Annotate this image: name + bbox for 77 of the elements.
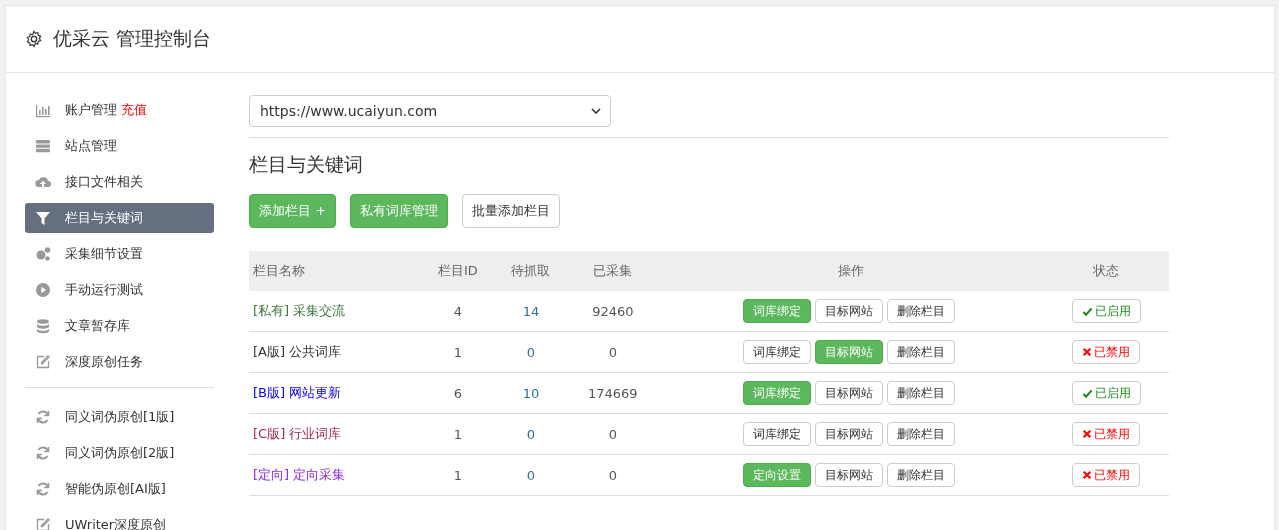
chevron-down-icon [591,108,601,114]
table-cell: [C版] 行业词库 [249,413,421,455]
table-cell: 1 [420,413,495,455]
table-cell: 0 [567,454,659,496]
sidebar-item[interactable]: 接口文件相关 [25,167,214,197]
cloud-icon [35,174,51,190]
server-icon [35,138,51,154]
table-cell: 4 [420,291,495,332]
chart-icon [35,102,51,118]
action-button[interactable]: 词库绑定 [742,422,811,446]
database-icon [35,318,51,334]
sidebar-item[interactable]: 同义词伪原创[2版] [25,438,214,468]
cross-icon [1082,429,1093,439]
refresh-icon [35,409,51,425]
action-button[interactable]: 删除栏目 [886,381,955,405]
table-cell: 174669 [567,372,659,414]
refresh-icon [35,481,51,497]
action-button[interactable]: 目标网站 [814,422,883,446]
site-select[interactable]: https://www.ucaiyun.com [249,95,611,127]
check-icon [1081,305,1093,317]
column-header: 栏目ID [420,251,495,291]
edit-icon [35,517,51,530]
table-cell: [定向] 定向采集 [249,454,421,496]
table-cell: 10 [494,372,568,414]
console-title: 优采云 管理控制台 [53,26,212,51]
column-header: 栏目名称 [249,251,421,291]
sidebar-item[interactable]: 手动运行测试 [25,275,214,305]
status-button[interactable]: 已启用 [1071,381,1141,405]
sidebar-item[interactable]: 采集细节设置 [25,239,214,269]
settings-icon [25,30,43,48]
table-cell: [A版] 公共词库 [249,331,421,373]
table-cell: 1 [420,331,495,373]
play-icon [35,282,51,298]
column-header: 操作 [658,251,1044,291]
table-cell: 0 [567,331,659,373]
action-button[interactable]: 删除栏目 [886,422,955,446]
section-title: 栏目与关键词 [249,152,364,177]
table-cell: 0 [567,413,659,455]
action-button[interactable]: 目标网站 [814,381,883,405]
action-button[interactable]: 删除栏目 [886,463,955,487]
status-button[interactable]: 已禁用 [1072,422,1141,446]
filter-icon [35,210,51,226]
table-cell: 6 [420,372,495,414]
check-icon [1081,387,1093,399]
status-button[interactable]: 已禁用 [1072,340,1141,364]
table-cell: 0 [494,454,568,496]
table-cell: 1 [420,454,495,496]
status-button[interactable]: 已禁用 [1072,463,1141,487]
sidebar-item[interactable]: 栏目与关键词 [25,203,214,233]
table-cell: [B版] 网站更新 [249,372,421,414]
toolbar-button[interactable]: 批量添加栏目 [462,194,561,228]
recharge-link[interactable]: 充值 [121,101,147,119]
edit-icon [35,354,51,370]
sidebar-item[interactable]: 站点管理 [25,131,214,161]
table-cell: 92460 [567,291,659,332]
sidebar-item[interactable]: 文章暂存库 [25,311,214,341]
action-button[interactable]: 词库绑定 [742,340,811,364]
column-header: 待抓取 [494,251,568,291]
cross-icon [1082,470,1093,480]
action-button[interactable]: 目标网站 [814,463,883,487]
status-button[interactable]: 已启用 [1071,299,1141,323]
sidebar-item[interactable]: 智能伪原创[AI版] [25,474,214,504]
table-cell: [私有] 采集交流 [249,291,421,332]
refresh-icon [35,445,51,461]
cross-icon [1082,347,1093,357]
table-cell: 0 [494,331,568,373]
column-header: 状态 [1043,251,1169,291]
sidebar-item[interactable]: UWriter深度原创 [25,510,214,530]
table-cell: 14 [494,291,568,332]
action-button[interactable]: 删除栏目 [886,299,955,323]
column-header: 已采集 [567,251,659,291]
sidebar-item[interactable]: 账户管理 充值 [25,95,214,125]
action-button[interactable]: 目标网站 [814,299,883,323]
action-button[interactable]: 删除栏目 [886,340,955,364]
sidebar-item[interactable]: 深度原创任务 [25,347,214,377]
table-cell: 0 [494,413,568,455]
sidebar-item[interactable]: 同义词伪原创[1版] [25,402,214,432]
